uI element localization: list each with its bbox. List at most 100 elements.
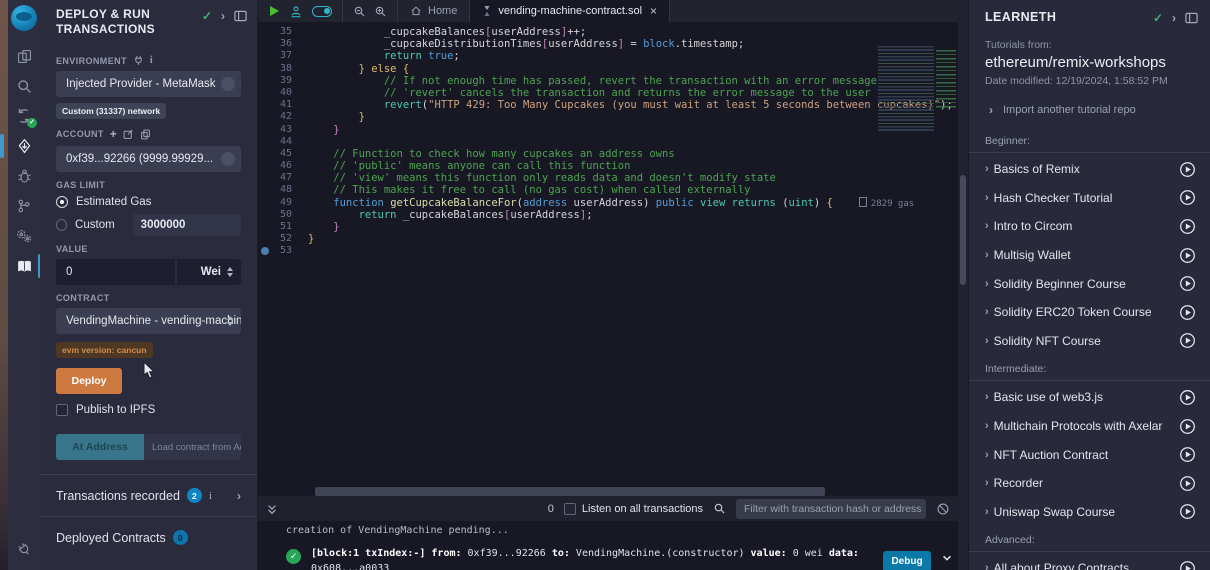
tutorial-item[interactable]: ›Uniswap Swap Course — [969, 498, 1210, 527]
code-line[interactable]: // 'public' means anyone can call this f… — [308, 160, 958, 172]
minimap[interactable] — [878, 46, 956, 132]
remix-logo-icon[interactable] — [11, 5, 37, 31]
value-unit-select[interactable]: Wei — [177, 259, 241, 285]
code-line[interactable] — [308, 136, 958, 148]
at-address-input[interactable]: Load contract from Addres — [144, 434, 241, 460]
code-line[interactable]: function getCupcakeBalanceFor(address us… — [308, 197, 958, 209]
plug-icon[interactable] — [8, 534, 40, 564]
panel-scrollbar-thumb[interactable] — [960, 175, 966, 285]
panel-scrollbar[interactable] — [958, 0, 968, 570]
value-input[interactable]: 0 — [56, 259, 175, 285]
play-tutorial-icon[interactable] — [1179, 189, 1196, 206]
code-line[interactable]: // 'view' means this function only reads… — [308, 172, 958, 184]
play-tutorial-icon[interactable] — [1179, 418, 1196, 435]
tutorial-item[interactable]: ›Solidity NFT Course — [969, 327, 1210, 356]
horizontal-scrollbar[interactable] — [315, 487, 825, 496]
code-line[interactable]: } — [308, 124, 958, 136]
breakpoint-icon[interactable] — [261, 247, 269, 255]
tutorial-item[interactable]: ›Basic use of web3.js — [969, 383, 1210, 412]
deploy-run-icon[interactable] — [8, 131, 40, 161]
code-line[interactable]: } — [308, 233, 958, 245]
search-icon[interactable] — [8, 71, 40, 101]
line-number[interactable]: 48 — [258, 184, 308, 196]
code-line[interactable]: return _cupcakeBalances[userAddress]; — [308, 209, 958, 221]
tx-expand-icon[interactable] — [941, 552, 953, 564]
tutorial-item[interactable]: ›Intro to Circom — [969, 212, 1210, 241]
line-number[interactable]: 53 — [258, 245, 308, 257]
edit-account-icon[interactable] — [123, 129, 134, 140]
play-tutorial-icon[interactable] — [1179, 304, 1196, 321]
env-info-icon[interactable]: i — [150, 55, 153, 66]
tutorial-item[interactable]: ›Recorder — [969, 469, 1210, 498]
code-line[interactable]: // 'revert' cancels the transaction and … — [308, 87, 958, 99]
play-tutorial-icon[interactable] — [1179, 275, 1196, 292]
learneth-expand-icon[interactable]: › — [1172, 11, 1176, 25]
ai-assistant-icon[interactable] — [289, 5, 303, 18]
custom-gas-input[interactable]: 3000000 — [133, 214, 241, 236]
line-number[interactable]: 49 — [258, 197, 308, 209]
custom-gas-radio[interactable] — [56, 219, 67, 231]
import-repo-row[interactable]: › Import another tutorial repo — [969, 87, 1210, 127]
env-settings-icon[interactable] — [221, 77, 235, 91]
account-copy-icon[interactable] — [221, 152, 235, 166]
line-number[interactable]: 40 — [258, 87, 308, 99]
account-select[interactable]: 0xf39...92266 (9999.99929... — [56, 146, 241, 172]
transaction-log-row[interactable]: ✓ [block:1 txIndex:-] from: 0xf39...9226… — [258, 547, 958, 570]
solidity-compiler-icon[interactable]: ✓ — [8, 101, 40, 131]
transactions-info-icon[interactable]: i — [209, 490, 212, 502]
transactions-recorded-row[interactable]: Transactions recorded 2 i › — [56, 475, 241, 516]
play-tutorial-icon[interactable] — [1179, 161, 1196, 178]
line-number[interactable]: 52 — [258, 233, 308, 245]
play-tutorial-icon[interactable] — [1179, 475, 1196, 492]
expand-terminal-icon[interactable] — [266, 503, 278, 515]
listen-all-checkbox[interactable] — [564, 503, 576, 515]
play-tutorial-icon[interactable] — [1179, 389, 1196, 406]
line-number[interactable]: 38 — [258, 63, 308, 75]
line-number[interactable]: 51 — [258, 221, 308, 233]
tab-home[interactable]: Home — [398, 0, 469, 22]
play-tutorial-icon[interactable] — [1179, 503, 1196, 520]
line-number[interactable]: 50 — [258, 209, 308, 221]
play-tutorial-icon[interactable] — [1179, 218, 1196, 235]
code-line[interactable]: _cupcakeDistributionTimes[userAddress] =… — [308, 38, 958, 50]
line-number[interactable]: 39 — [258, 75, 308, 87]
debug-button[interactable]: Debug — [883, 551, 931, 570]
deploy-button[interactable]: Deploy — [56, 368, 122, 394]
env-plug-icon[interactable] — [133, 55, 144, 66]
filter-input[interactable]: Filter with transaction hash or address — [736, 499, 926, 519]
tutorial-item[interactable]: ›Multisig Wallet — [969, 241, 1210, 270]
tutorial-item[interactable]: ›NFT Auction Contract — [969, 440, 1210, 469]
copy-account-icon[interactable] — [140, 129, 151, 140]
unit-stepper-icon[interactable] — [227, 267, 233, 277]
line-number[interactable]: 36 — [258, 38, 308, 50]
source-control-icon[interactable] — [8, 191, 40, 221]
play-tutorial-icon[interactable] — [1179, 560, 1196, 570]
file-explorer-icon[interactable] — [8, 41, 40, 71]
code-line[interactable]: _cupcakeBalances[userAddress]++; — [308, 26, 958, 38]
code-line[interactable]: // Function to check how many cupcakes a… — [308, 148, 958, 160]
zoom-out-icon[interactable] — [353, 5, 366, 18]
tutorial-item[interactable]: ›Basics of Remix — [969, 155, 1210, 184]
contract-select[interactable]: VendingMachine - vending-machin — [56, 308, 241, 334]
code-line[interactable]: return true; — [308, 50, 958, 62]
line-number[interactable]: 44 — [258, 136, 308, 148]
learneth-layout-icon[interactable] — [1185, 12, 1198, 24]
tutorial-item[interactable]: ›Multichain Protocols with Axelar — [969, 412, 1210, 441]
code-line[interactable]: } — [308, 111, 958, 123]
run-script-icon[interactable] — [268, 5, 280, 17]
terminal-search-icon[interactable] — [713, 502, 726, 515]
transactions-expand-icon[interactable]: › — [237, 489, 241, 503]
tutorial-item[interactable]: ›All about Proxy Contracts — [969, 554, 1210, 570]
code-line[interactable] — [308, 245, 958, 257]
debugger-icon[interactable] — [8, 161, 40, 191]
line-number[interactable]: 42 — [258, 111, 308, 123]
zoom-in-icon[interactable] — [374, 5, 387, 18]
code-line[interactable]: // If not enough time has passed, revert… — [308, 75, 958, 87]
code-line[interactable]: } — [308, 221, 958, 233]
close-tab-icon[interactable]: × — [650, 4, 657, 18]
deployed-contracts-row[interactable]: Deployed Contracts 0 — [56, 517, 241, 558]
copilot-toggle[interactable] — [312, 6, 332, 17]
play-tutorial-icon[interactable] — [1179, 332, 1196, 349]
line-number[interactable]: 47 — [258, 172, 308, 184]
line-number[interactable]: 41 — [258, 99, 308, 111]
